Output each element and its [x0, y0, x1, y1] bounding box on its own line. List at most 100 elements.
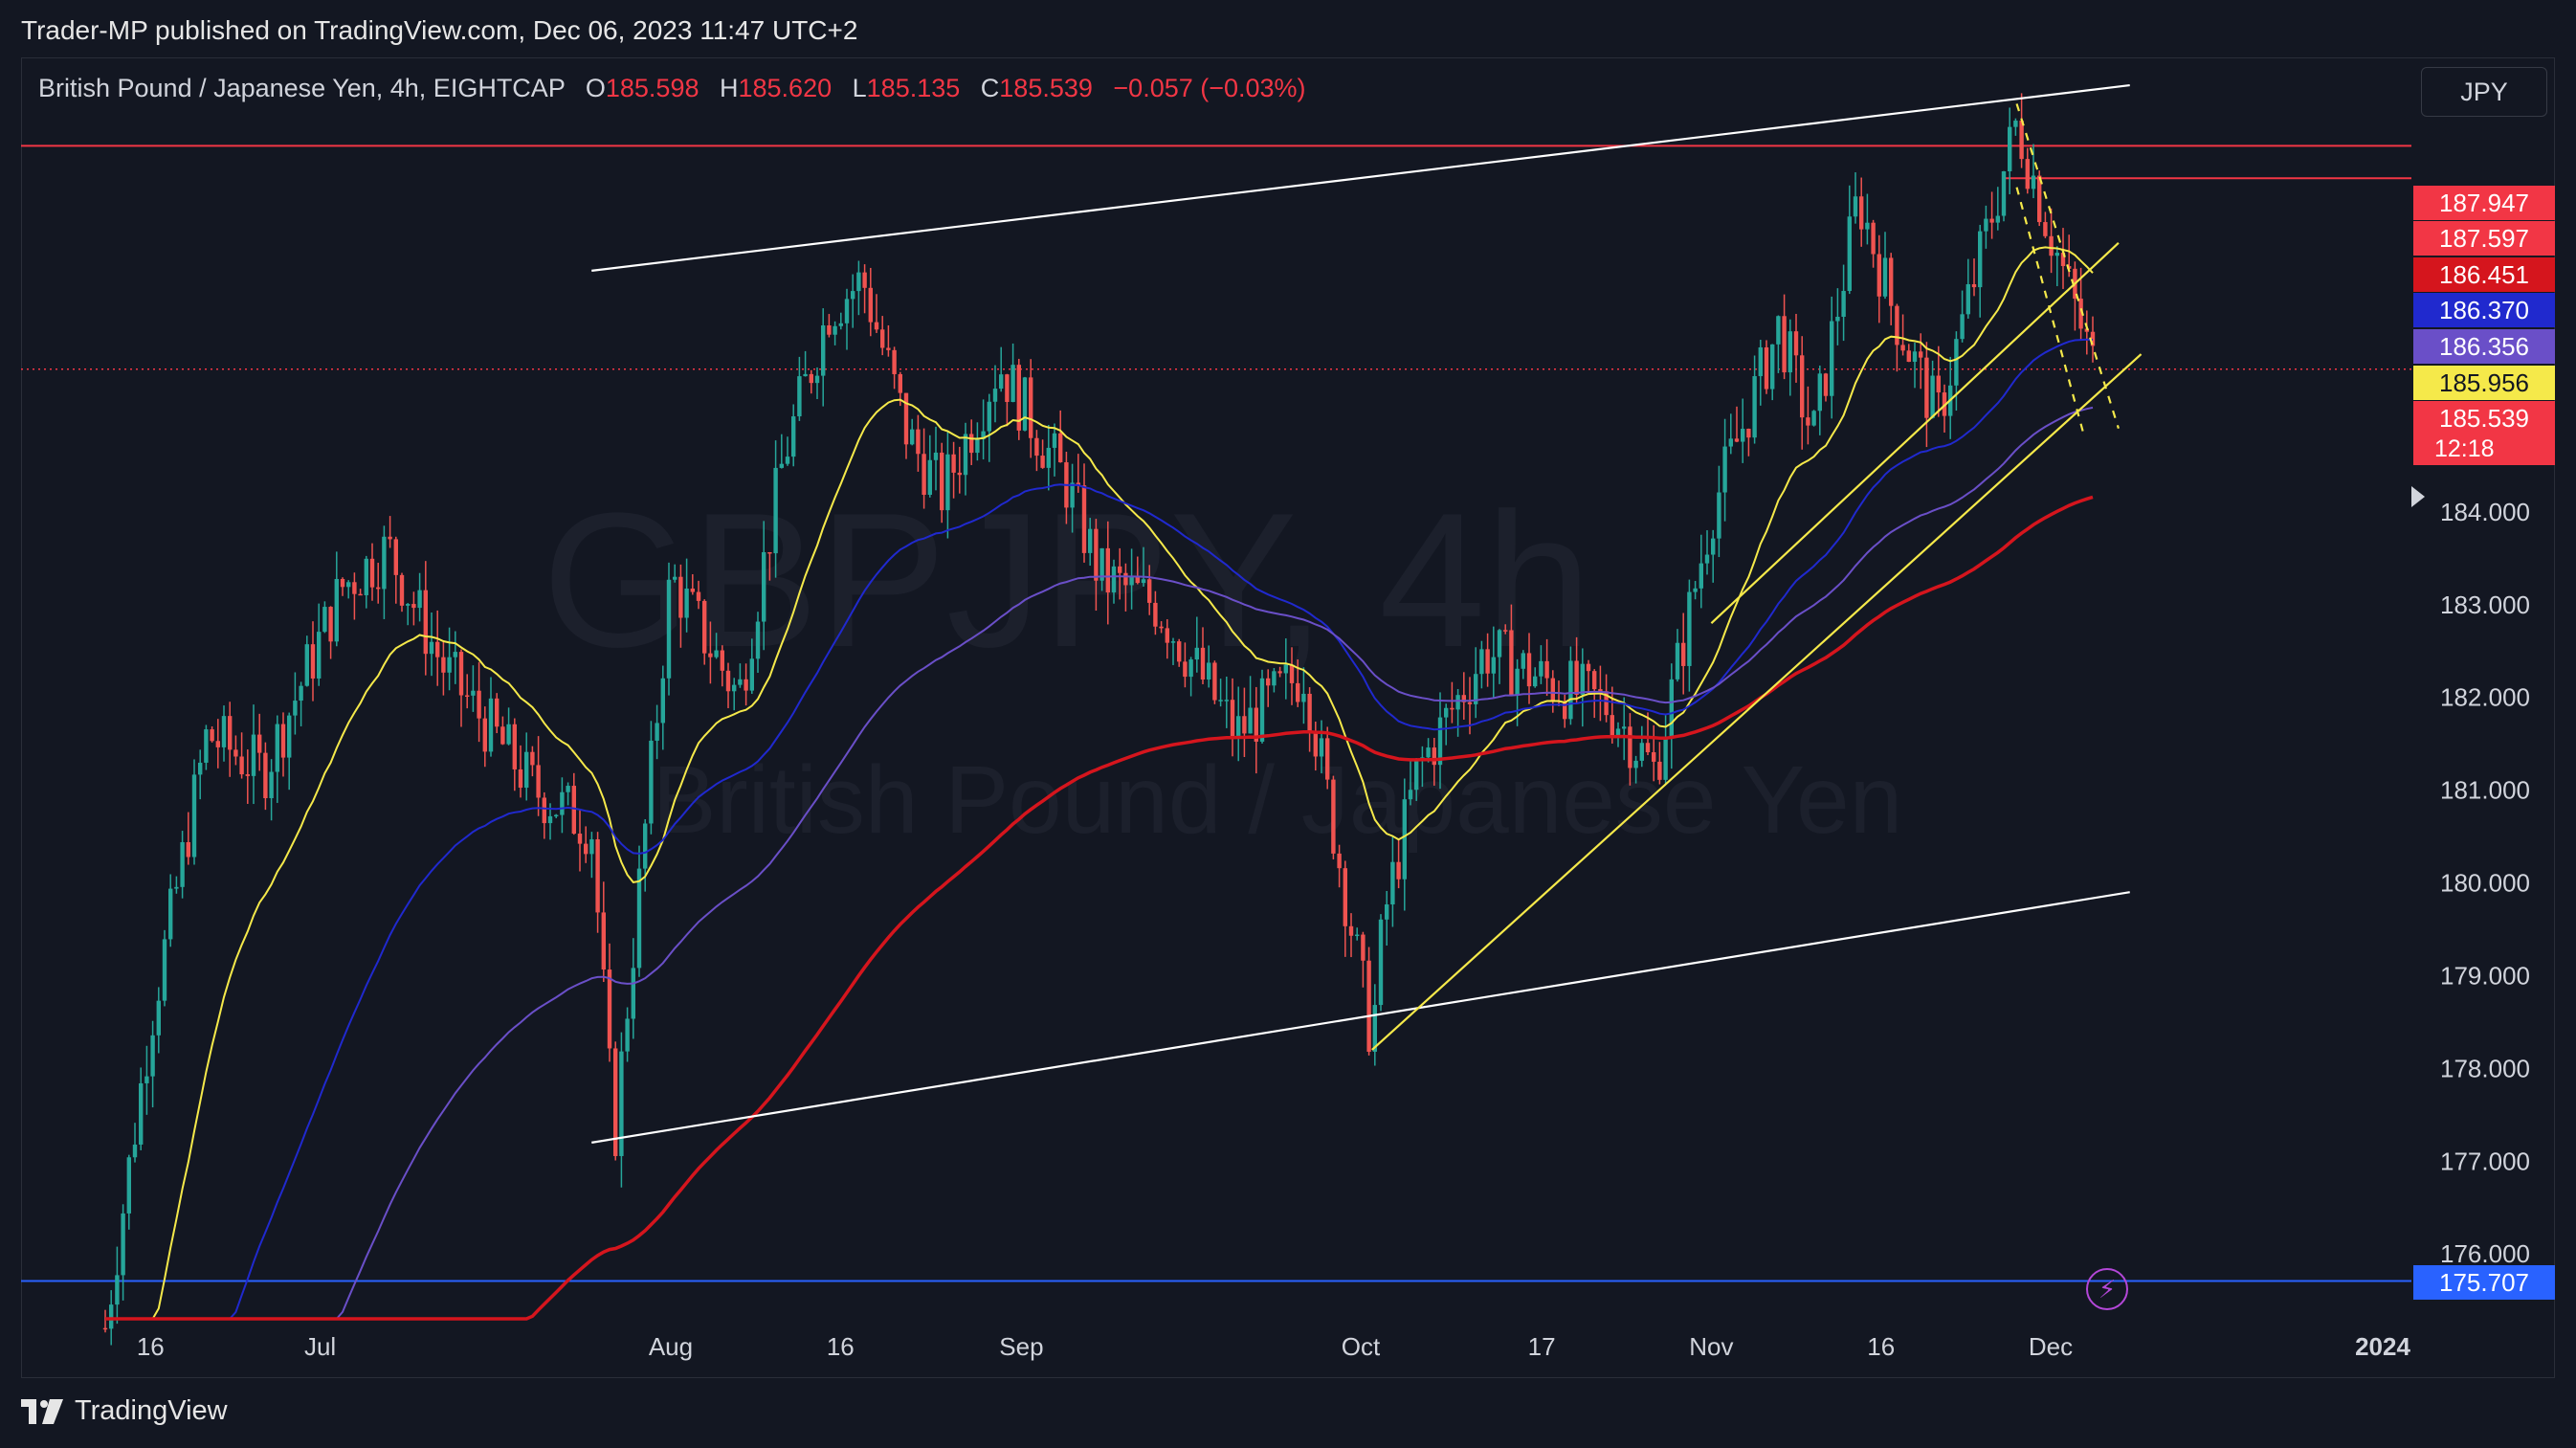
candle-body [720, 650, 724, 671]
candle-body [1337, 853, 1342, 869]
candle-body [1788, 331, 1792, 373]
tradingview-brand[interactable]: TradingView [21, 1395, 228, 1427]
candle-body [1586, 663, 1591, 672]
candle-body [1871, 222, 1876, 255]
candle-body [880, 329, 885, 348]
currency-button[interactable]: JPY [2421, 67, 2547, 117]
price-tag-label: 187.947 [2439, 189, 2529, 217]
candle-body [1307, 693, 1312, 732]
drawn-dashed-down-4[interactable] [2015, 103, 2120, 429]
candle-body [1081, 485, 1087, 553]
candle-body [975, 438, 980, 454]
candle-body [554, 814, 559, 817]
low-label: L [852, 74, 867, 102]
candle-body [1212, 662, 1217, 701]
drawn-trendline-2[interactable] [1371, 353, 2143, 1051]
footer [0, 1378, 2576, 1448]
candle-body [1218, 700, 1223, 702]
candle-body [1105, 547, 1110, 593]
candle-body [1159, 626, 1164, 629]
candle-body [1652, 752, 1656, 762]
candle-body [1224, 700, 1229, 702]
price-tag-label: 185.956 [2439, 368, 2529, 397]
candle-body [1455, 695, 1460, 710]
drawn-trendline-3[interactable] [1710, 242, 2120, 624]
candle-body [109, 1304, 114, 1329]
candle-body [969, 434, 974, 454]
candle-body [868, 287, 873, 323]
candle-body [1544, 660, 1549, 679]
candle-body [1782, 316, 1787, 373]
candle-body [1550, 678, 1555, 702]
candle-body [1396, 861, 1401, 880]
candle-body [1859, 196, 1864, 230]
x-tick-label: 16 [137, 1332, 165, 1361]
candle-body [1924, 357, 1929, 418]
candle-body [132, 1144, 138, 1158]
candle-body [833, 325, 837, 335]
drawn-channel-top-0[interactable] [591, 83, 2130, 272]
candle-body [506, 724, 511, 745]
candle-body [530, 751, 535, 766]
candle-body [702, 600, 707, 654]
candle-body [1366, 960, 1371, 1052]
price-tag-label: 185.539 [2439, 404, 2529, 433]
candle-body [280, 724, 286, 758]
candle-body [1758, 346, 1763, 377]
candle-body [1183, 661, 1188, 678]
candle-body [1070, 482, 1075, 508]
candle-body [684, 588, 689, 618]
candle-body [856, 272, 861, 292]
scroll-to-realtime-icon[interactable] [2411, 486, 2425, 507]
close-value: 185.539 [999, 74, 1093, 102]
candle-body [352, 582, 357, 594]
x-tick-label: Sep [999, 1332, 1043, 1361]
candle-body [714, 650, 719, 657]
candle-body [1266, 678, 1271, 686]
candle-body [293, 701, 298, 716]
time-axis: 16 Jul Aug 16 Sep Oct 17 Nov 16 Dec 2024 [137, 1332, 2411, 1361]
drawn-channel-bottom-1[interactable] [591, 891, 2130, 1144]
x-tick-label: 16 [827, 1332, 855, 1361]
candle-body [1592, 671, 1597, 690]
candle-body [1118, 566, 1122, 573]
candle-body [1645, 743, 1651, 753]
candle-body [1954, 339, 1959, 386]
candle-body [571, 786, 576, 835]
candle-body [1029, 377, 1033, 438]
chart-canvas[interactable]: GBPJPY, 4hBritish Pound / Japanese Yen 1… [0, 0, 2576, 1448]
candle-body [423, 590, 428, 655]
candle-body [1811, 411, 1816, 426]
candle-body [1984, 218, 1988, 232]
candle-body [584, 843, 588, 855]
candle-body [1408, 790, 1413, 800]
candle-body [803, 373, 808, 377]
candle-body [500, 726, 505, 745]
candle-body [2025, 159, 2030, 189]
candle-body [299, 685, 303, 702]
candle-body [144, 1076, 149, 1083]
candle-body [886, 347, 891, 350]
price-axis: 185.000184.000183.000182.000181.000180.0… [2440, 405, 2530, 1268]
candle-body [821, 325, 826, 376]
candle-body [1895, 305, 1899, 345]
lightning-alert-icon[interactable]: ⚡ [2086, 1268, 2128, 1310]
candle-body [1402, 799, 1407, 880]
candle-body [2054, 253, 2059, 256]
candle-body [933, 452, 939, 460]
candle-body [1177, 641, 1182, 662]
candle-body [1746, 428, 1751, 438]
candle-body [1188, 659, 1193, 678]
candle-body [892, 349, 897, 374]
y-tick-label: 180.000 [2440, 869, 2530, 898]
candle-body [992, 389, 998, 402]
candle-body [458, 652, 464, 696]
candle-body [1675, 642, 1680, 679]
candle-body [239, 756, 244, 775]
candle-body [649, 740, 654, 824]
candle-body [1259, 678, 1265, 742]
candle-body [1657, 761, 1662, 780]
x-tick-label: 16 [1867, 1332, 1895, 1361]
horizontal-levels [21, 145, 2411, 1282]
candle-body [406, 604, 411, 606]
